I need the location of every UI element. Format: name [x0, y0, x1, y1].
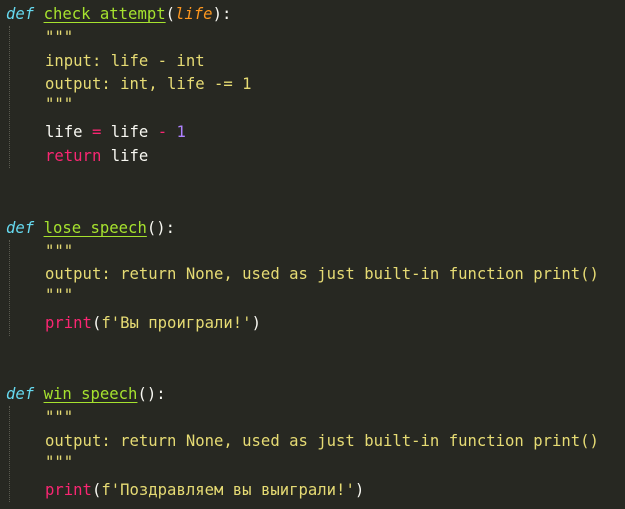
docstring-line[interactable]: output: int, life -= 1 [45, 72, 252, 96]
def-keyword: def [6, 385, 35, 403]
docstring-close[interactable]: """ [45, 450, 73, 474]
code-line-return[interactable]: return life [45, 144, 148, 168]
indent-guide [9, 406, 10, 502]
code-line-def[interactable]: def check_attempt(life): [6, 2, 231, 26]
docstring-open[interactable]: """ [45, 25, 73, 49]
indent-guide [9, 26, 10, 168]
code-editor[interactable]: def check_attempt(life): """ input: life… [0, 0, 625, 509]
code-line-print[interactable]: print(f'Вы проиграли!') [45, 311, 261, 335]
def-keyword: def [6, 5, 35, 23]
function-name: win_speech [43, 385, 138, 403]
code-line-def[interactable]: def win_speech(): [6, 382, 166, 406]
docstring-line[interactable]: output: return None, used as just built-… [45, 429, 599, 453]
docstring-close[interactable]: """ [45, 283, 73, 307]
function-name: lose_speech [43, 219, 147, 237]
function-name: check_attempt [43, 5, 166, 23]
docstring-open[interactable]: """ [45, 405, 73, 429]
code-line-def[interactable]: def lose_speech(): [6, 216, 175, 240]
function-param: life [175, 5, 213, 23]
code-line-assign[interactable]: life = life - 1 [45, 120, 186, 144]
docstring-close[interactable]: """ [45, 92, 73, 116]
indent-guide [9, 240, 10, 336]
docstring-open[interactable]: """ [45, 239, 73, 263]
docstring-line[interactable]: input: life - int [45, 49, 205, 73]
code-line-print[interactable]: print(f'Поздравляем вы выиграли!') [45, 478, 364, 502]
docstring-line[interactable]: output: return None, used as just built-… [45, 262, 599, 286]
def-keyword: def [6, 219, 35, 237]
